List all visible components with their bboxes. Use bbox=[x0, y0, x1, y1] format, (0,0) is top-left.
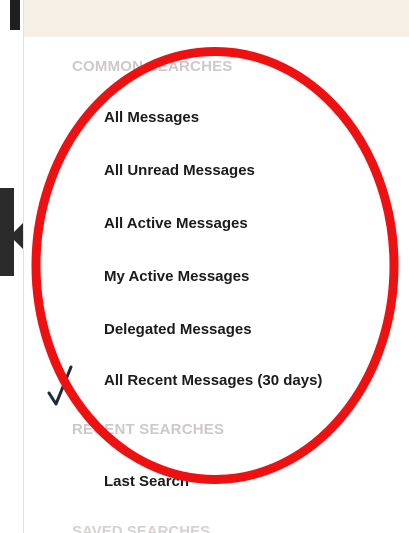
menu-item-last-search[interactable]: Last Search bbox=[104, 468, 189, 496]
search-menu-screen: COMMON SEARCHES All Messages All Unread … bbox=[0, 0, 409, 533]
menu-item-all-messages[interactable]: All Messages bbox=[104, 104, 199, 132]
section-heading-common-searches: COMMON SEARCHES bbox=[72, 58, 233, 75]
menu-item-delegated-messages[interactable]: Delegated Messages bbox=[104, 316, 252, 344]
panel-header bbox=[24, 0, 409, 37]
searches-dropdown-panel: COMMON SEARCHES All Messages All Unread … bbox=[23, 0, 409, 533]
section-heading-saved-searches: SAVED SEARCHES bbox=[72, 523, 211, 533]
menu-item-all-recent-messages-30-days[interactable]: All Recent Messages (30 days) bbox=[104, 367, 322, 395]
check-icon bbox=[47, 365, 73, 406]
section-heading-recent-searches: RECENT SEARCHES bbox=[72, 421, 225, 438]
menu-item-all-active-messages[interactable]: All Active Messages bbox=[104, 210, 248, 238]
background-edge-bar bbox=[10, 0, 20, 30]
left-background-edge bbox=[0, 0, 26, 533]
menu-item-my-active-messages[interactable]: My Active Messages bbox=[104, 263, 249, 291]
menu-item-all-unread-messages[interactable]: All Unread Messages bbox=[104, 157, 255, 185]
